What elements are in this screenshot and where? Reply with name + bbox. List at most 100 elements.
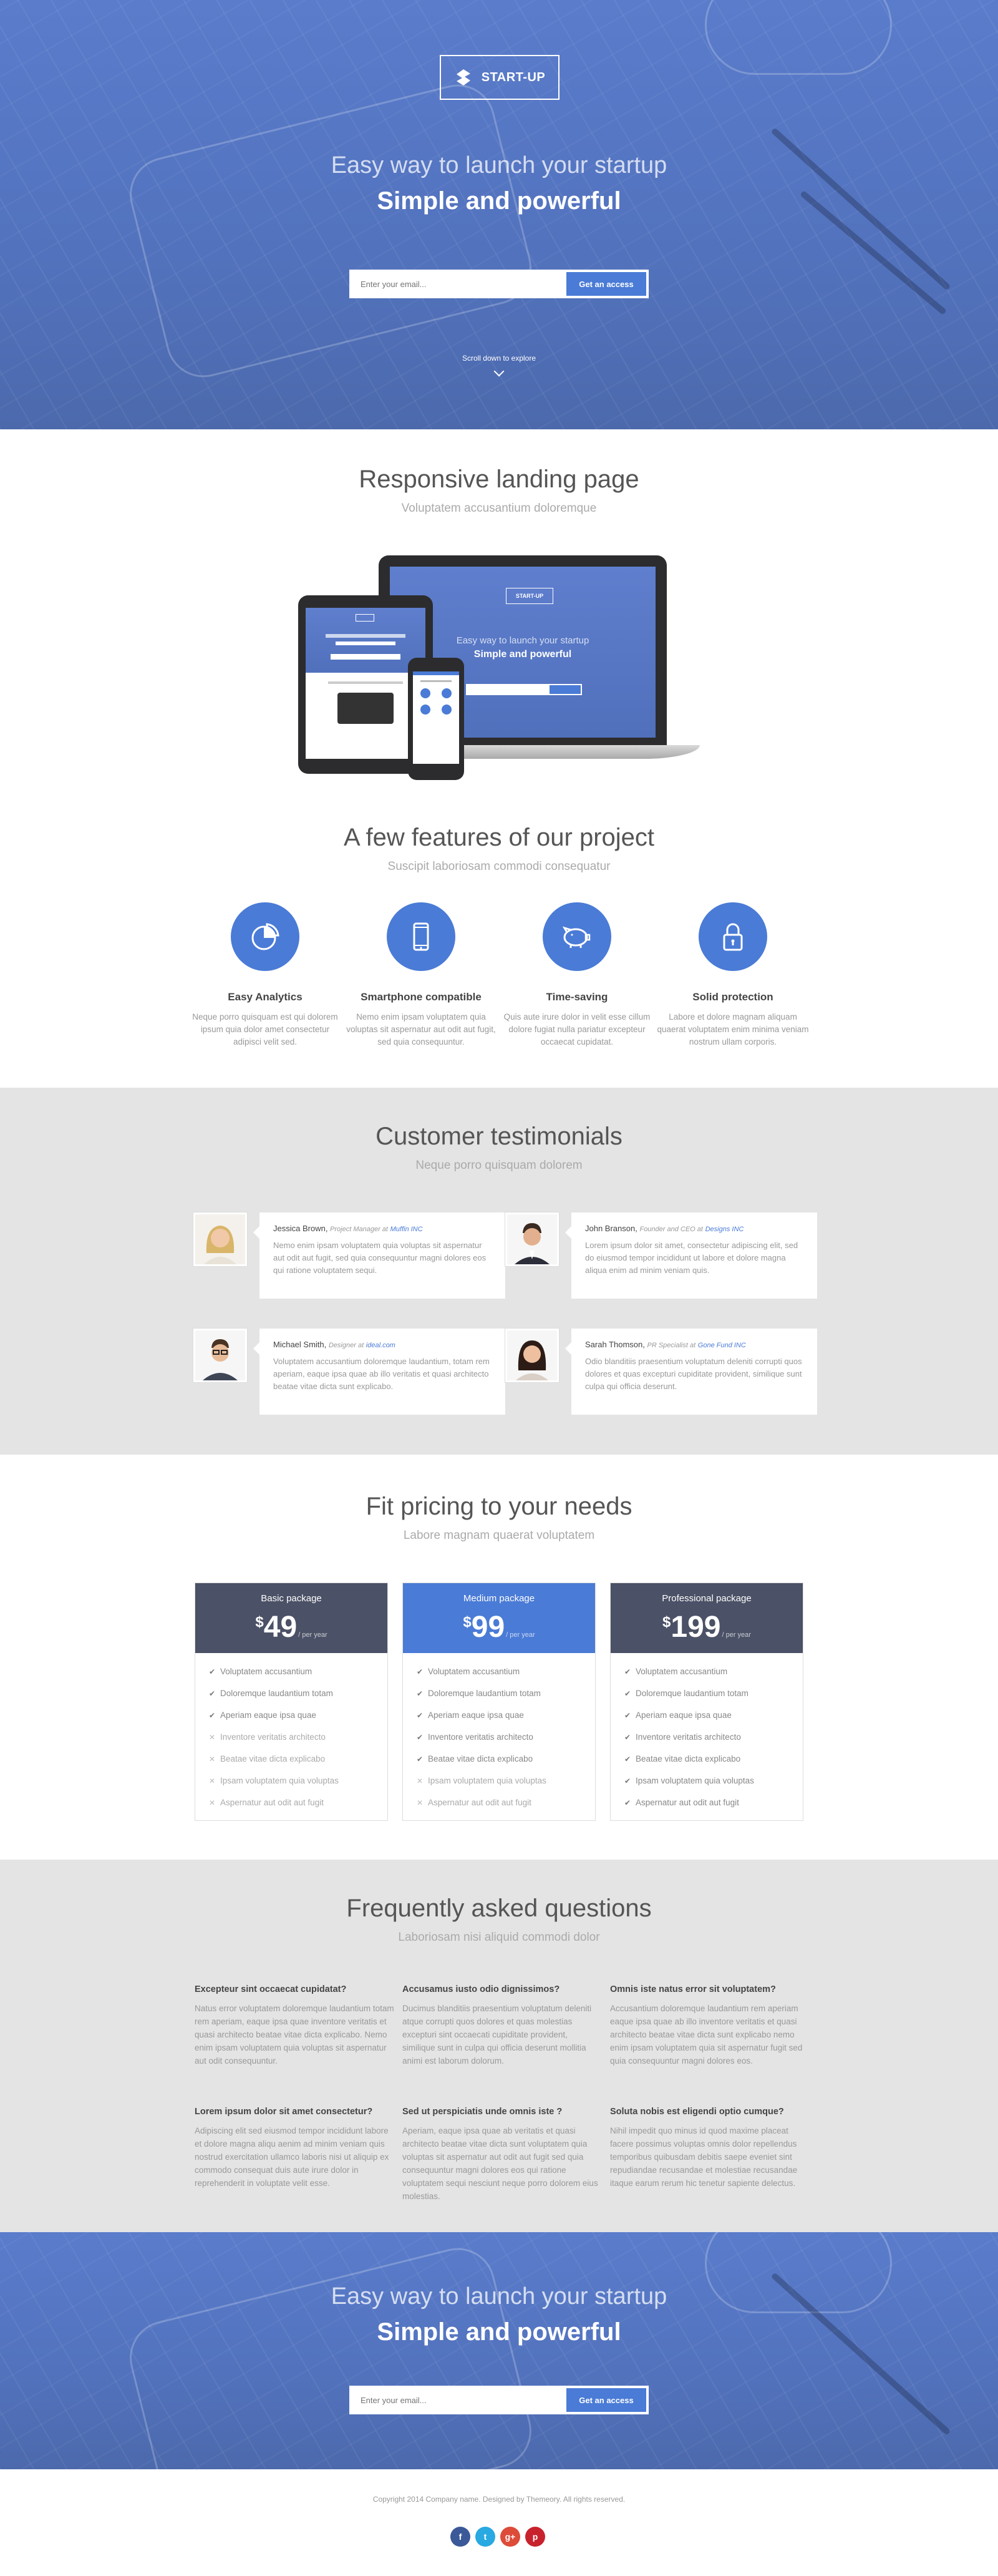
avatar (193, 1329, 247, 1382)
plan-period: / per year (298, 1631, 327, 1639)
cross-icon: ✕ (209, 1733, 216, 1742)
check-icon: ✔ (624, 1667, 631, 1676)
check-icon: ✔ (624, 1777, 631, 1785)
testimonial-bubble: Jessica Brown, Project Manager at Muffin… (253, 1212, 505, 1299)
feature-item: Time-saving Quis aute irure dolor in vel… (499, 902, 655, 1048)
check-icon: ✔ (624, 1755, 631, 1764)
google-plus-icon[interactable]: g+ (500, 2527, 520, 2547)
plan-price: $49/ per year (195, 1610, 387, 1644)
check-icon: ✔ (417, 1711, 424, 1720)
phone-mockup (408, 658, 464, 780)
plan-feature: ✔ Doloremque laudantium totam (417, 1682, 581, 1704)
faq-item: Soluta nobis est eligendi optio cumque? … (610, 2107, 810, 2190)
faq-subtitle: Laboriosam nisi aliquid commodi dolor (398, 1931, 600, 1944)
padlock-icon (699, 902, 767, 971)
bottom-cta-subtitle: Simple and powerful (377, 2318, 621, 2346)
plan-price-value: 99 (471, 1611, 505, 1644)
faq-title: Frequently asked questions (346, 1895, 652, 1922)
feature-text: Quis aute irure dolor in velit esse cill… (503, 1012, 651, 1046)
plan-header: Medium package $99/ per year (403, 1583, 595, 1653)
faq-question: Accusamus iusto odio dignissimos? (402, 1984, 560, 1994)
plan-feature: ✔ Inventore veritatis architecto (624, 1726, 789, 1748)
hero-subtitle: Simple and powerful (377, 187, 621, 215)
plan-period: / per year (506, 1631, 535, 1639)
twitter-icon[interactable]: t (475, 2527, 495, 2547)
bottom-cta-section: Easy way to launch your startup Simple a… (0, 2232, 998, 2469)
author-name: Sarah Thomson (585, 1340, 643, 1349)
author-company-link[interactable]: Muffin INC (390, 1226, 423, 1233)
author-name: John Branson (585, 1224, 636, 1233)
currency-symbol: $ (255, 1614, 264, 1631)
check-icon: ✔ (209, 1689, 216, 1698)
scroll-down-link[interactable]: Scroll down to explore (0, 354, 998, 377)
responsive-title: Responsive landing page (359, 466, 639, 493)
faq-item: Excepteur sint occaecat cupidatat? Natus… (195, 1984, 394, 2067)
plan-name: Basic package (261, 1593, 322, 1604)
plan-features: ✔ Voluptatem accusantium ✔ Doloremque laud… (403, 1653, 595, 1821)
faq-answer: Ducimus blanditiis praesentium voluptatu… (402, 2004, 592, 2066)
testimonial-bubble: Sarah Thomson, PR Specialist at Gone Fun… (565, 1329, 817, 1415)
plan-feature: ✔ Aspernatur aut odit aut fugit (624, 1792, 789, 1813)
email-input[interactable] (352, 272, 566, 296)
faq-question: Excepteur sint occaecat cupidatat? (195, 1984, 347, 1994)
faq-answer: Aperiam, eaque ipsa quae ab veritatis et… (402, 2126, 598, 2201)
plan-price: $199/ per year (611, 1610, 803, 1644)
piggy-bank-icon (543, 902, 611, 971)
faq-item: Lorem ipsum dolor sit amet consectetur? … (195, 2107, 394, 2190)
check-icon: ✔ (417, 1667, 424, 1676)
faq-question: Lorem ipsum dolor sit amet consectetur? (195, 2107, 373, 2117)
cross-icon: ✕ (417, 1777, 424, 1785)
mock-signup (466, 684, 582, 695)
scroll-down-label: Scroll down to explore (462, 354, 536, 363)
testimonial-card: Michael Smith, Designer at ideal.com Vol… (193, 1329, 505, 1415)
plan-price-value: 199 (671, 1611, 721, 1644)
plan-feature: ✕ Aspernatur aut odit aut fugit (417, 1792, 581, 1813)
pricing-subtitle: Labore magnam quaerat voluptatem (403, 1529, 595, 1542)
feature-item: Easy Analytics Neque porro quisquam est … (187, 902, 343, 1048)
check-icon: ✔ (624, 1798, 631, 1807)
plan-feature: ✔ Voluptatem accusantium (417, 1661, 581, 1682)
plan-feature: ✕ Ipsam voluptatem quia voluptas (417, 1770, 581, 1792)
avatar (505, 1212, 559, 1266)
get-access-button[interactable]: Get an access (566, 272, 646, 296)
faq-section: Frequently asked questions Laboriosam ni… (0, 1860, 998, 2232)
pricing-plan-basic[interactable]: Basic package $49/ per year ✔ Voluptatem … (195, 1583, 388, 1821)
site-logo[interactable]: START-UP (440, 55, 560, 100)
feature-text: Nemo enim ipsam voluptatem quia voluptas… (346, 1012, 496, 1046)
check-icon: ✔ (624, 1689, 631, 1698)
plan-feature: ✕ Beatae vitae dicta explicabo (209, 1748, 374, 1770)
testimonial-author: Jessica Brown, Project Manager at Muffin… (273, 1224, 423, 1233)
author-role: PR Specialist at (647, 1342, 696, 1349)
bottom-signup-form: Get an access (349, 2386, 649, 2414)
email-input[interactable] (352, 2388, 566, 2412)
pricing-plan-professional[interactable]: Professional package $199/ per year ✔ Vol… (610, 1583, 803, 1821)
pinterest-icon[interactable]: p (525, 2527, 545, 2547)
plan-features: ✔ Voluptatem accusantium ✔ Doloremque laud… (195, 1653, 387, 1821)
author-company-link[interactable]: Gone Fund INC (698, 1342, 746, 1349)
plan-header: Professional package $199/ per year (611, 1583, 803, 1653)
faq-question: Omnis iste natus error sit voluptatem? (610, 1984, 776, 1994)
plan-feature: ✔ Ipsam voluptatem quia voluptas (624, 1770, 789, 1792)
cross-icon: ✕ (209, 1755, 216, 1764)
author-company-link[interactable]: Designs INC (705, 1226, 744, 1233)
faq-answer: Accusantium doloremque laudantium rem ap… (610, 2004, 803, 2066)
plan-period: / per year (722, 1631, 751, 1639)
testimonial-text: Lorem ipsum dolor sit amet, consectetur … (585, 1241, 798, 1275)
avatar (193, 1212, 247, 1266)
pricing-plan-medium[interactable]: Medium package $99/ per year ✔ Voluptatem… (402, 1583, 596, 1821)
author-company-link[interactable]: ideal.com (366, 1342, 395, 1349)
author-role: Designer at (328, 1342, 364, 1349)
check-icon: ✔ (417, 1733, 424, 1742)
plan-features: ✔ Voluptatem accusantium ✔ Doloremque laud… (611, 1653, 803, 1821)
plan-feature: ✔ Aperiam eaque ipsa quae (417, 1704, 581, 1726)
testimonial-author: John Branson, Founder and CEO at Designs… (585, 1224, 744, 1233)
avatar (505, 1329, 559, 1382)
plan-feature: ✔ Inventore veritatis architecto (417, 1726, 581, 1748)
hero-signup-form: Get an access (349, 270, 649, 298)
check-icon: ✔ (209, 1711, 216, 1720)
copyright-text: Copyright 2014 Company name. Designed by… (372, 2495, 626, 2504)
plan-feature: ✕ Aspernatur aut odit aut fugit (209, 1792, 374, 1813)
facebook-icon[interactable]: f (450, 2527, 470, 2547)
get-access-button[interactable]: Get an access (566, 2388, 646, 2412)
phone-screen (413, 671, 459, 764)
